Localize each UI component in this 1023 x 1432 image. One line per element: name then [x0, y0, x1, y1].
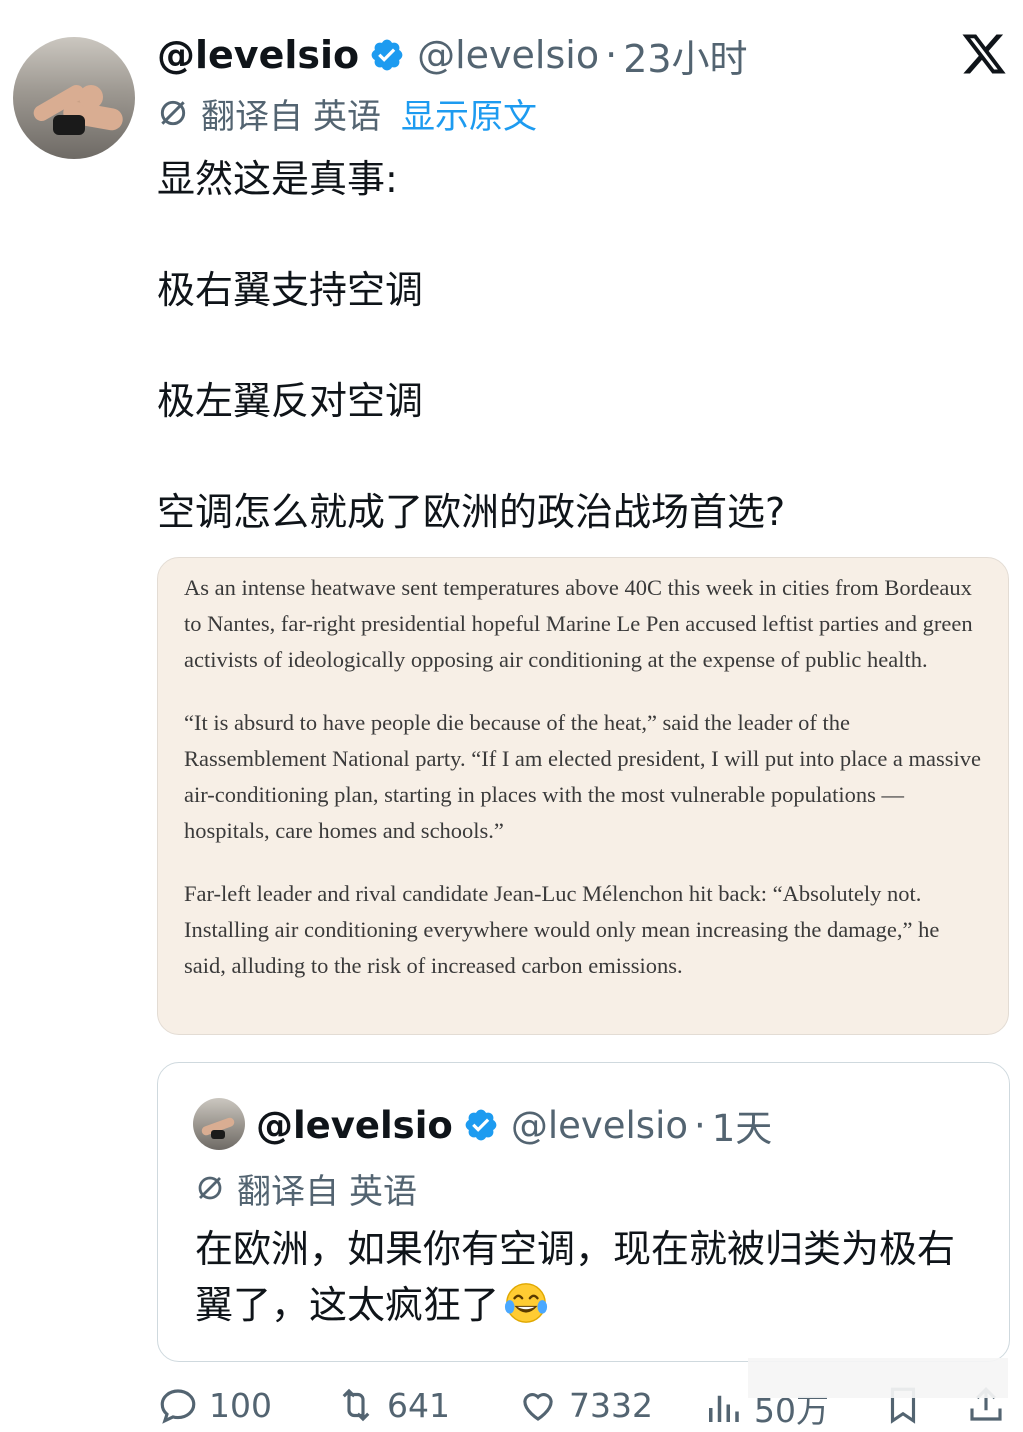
- quoted-tweet-text: 在欧洲，如果你有空调，现在就被归类为极右翼了，这太疯狂了: [195, 1221, 975, 1333]
- quoted-display-name[interactable]: @levelsio: [256, 1104, 453, 1147]
- quoted-header: @levelsio @levelsio · 1天: [256, 1099, 772, 1151]
- reply-button[interactable]: 100: [157, 1384, 272, 1426]
- translated-from-label: 翻译自: [201, 96, 303, 137]
- article-paragraph: As an intense heatwave sent temperatures…: [184, 575, 973, 672]
- source-language: 英语: [313, 96, 381, 137]
- timestamp[interactable]: 23小时: [623, 28, 747, 83]
- article-paragraph: Far-left leader and rival candidate Jean…: [184, 881, 940, 978]
- avatar[interactable]: [13, 37, 135, 159]
- show-original-link[interactable]: 显示原文: [401, 89, 537, 138]
- tears-of-joy-emoji-icon: [504, 1283, 548, 1323]
- x-logo-icon[interactable]: [960, 30, 1008, 78]
- verified-badge-icon: [465, 1109, 497, 1141]
- views-icon: [709, 1395, 739, 1422]
- source-language: 英语: [349, 1171, 417, 1212]
- quoted-avatar[interactable]: [193, 1098, 245, 1150]
- tweet-text-line: 显然这是真事:: [157, 157, 398, 201]
- quoted-tweet[interactable]: @levelsio @levelsio · 1天 翻译自 英语 在欧洲，如果你有…: [157, 1062, 1010, 1362]
- translation-info: 翻译自 英语 显示原文: [157, 88, 537, 138]
- article-paragraph: “It is absurd to have people die because…: [184, 710, 982, 843]
- quoted-translation-info: 翻译自 英语: [195, 1165, 417, 1212]
- translate-icon: [160, 100, 186, 126]
- verified-badge-icon: [371, 39, 403, 71]
- tweet-text-line: 极左翼反对空调: [157, 379, 424, 423]
- reply-icon: [160, 1389, 196, 1424]
- retweet-button[interactable]: 641: [335, 1384, 450, 1426]
- separator-dot: ·: [605, 33, 618, 77]
- quoted-text: 在欧洲，如果你有空调，现在就被归类为极右翼了，这太疯狂了: [195, 1227, 956, 1327]
- translated-from-label: 翻译自: [237, 1171, 339, 1212]
- tweet-text-line: 空调怎么就成了欧洲的政治战场首选?: [157, 490, 786, 534]
- translate-icon: [198, 1176, 222, 1200]
- like-button[interactable]: 7332: [517, 1384, 653, 1426]
- separator-dot: ·: [694, 1103, 706, 1147]
- heart-icon: [523, 1393, 553, 1421]
- retweet-icon: [342, 1388, 370, 1422]
- article-image[interactable]: As an intense heatwave sent temperatures…: [157, 557, 1009, 1035]
- handle[interactable]: @levelsio: [417, 33, 599, 77]
- quoted-handle[interactable]: @levelsio: [511, 1104, 688, 1147]
- quoted-timestamp[interactable]: 1天: [712, 1098, 773, 1152]
- tweet-header: @levelsio @levelsio · 23小时: [157, 28, 748, 82]
- tweet-text-line: 极右翼支持空调: [157, 268, 424, 312]
- blurred-watermark-area: [748, 1358, 1008, 1398]
- display-name[interactable]: @levelsio: [157, 33, 359, 77]
